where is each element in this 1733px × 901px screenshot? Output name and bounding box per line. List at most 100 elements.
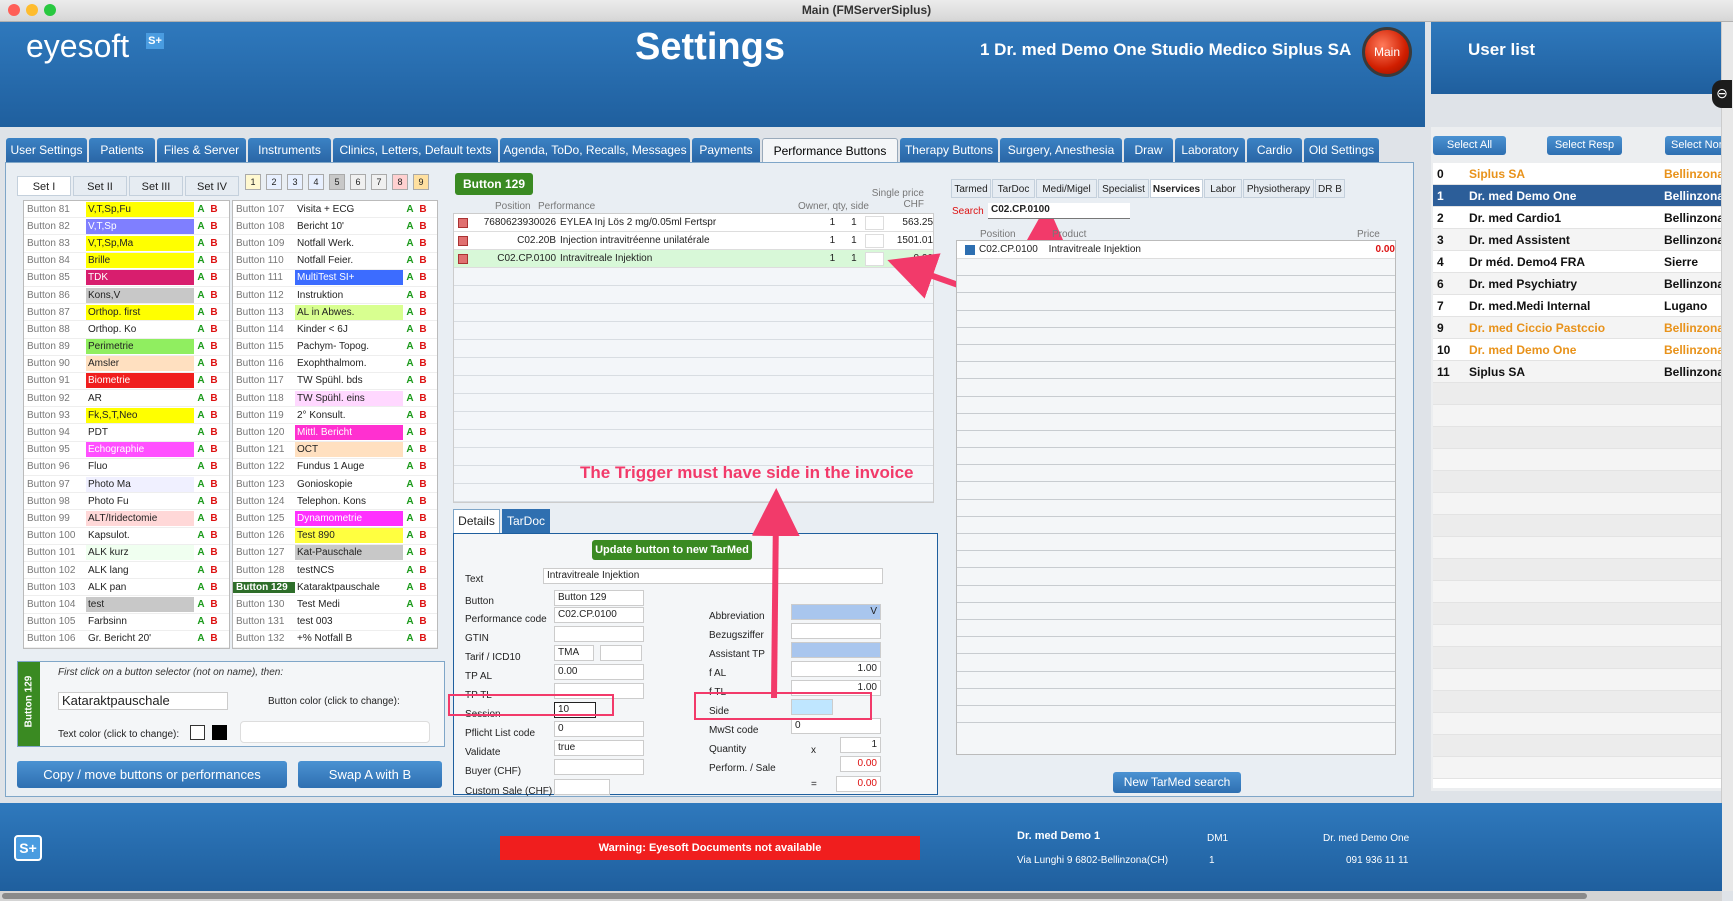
a-marker[interactable]: A xyxy=(403,444,417,455)
button-name[interactable]: OCT xyxy=(295,442,403,458)
set-number-4[interactable]: 4 xyxy=(308,174,324,190)
b-marker[interactable]: B xyxy=(417,341,429,352)
a-marker[interactable]: A xyxy=(403,496,417,507)
tab-performance-buttons[interactable]: Performance Buttons xyxy=(762,138,898,164)
button-row[interactable]: Button 126 Test 890 A B xyxy=(233,528,437,545)
tarif-field[interactable]: TMA xyxy=(554,645,594,661)
a-marker[interactable]: A xyxy=(403,530,417,541)
button-row[interactable]: Button 111 MultiTest SI+ A B xyxy=(233,270,437,287)
button-name[interactable]: TW Spühl. eins xyxy=(295,390,403,406)
a-marker[interactable]: A xyxy=(194,513,208,524)
a-marker[interactable]: A xyxy=(403,479,417,490)
button-name[interactable]: Kat-Pauschale xyxy=(295,545,403,561)
a-marker[interactable]: A xyxy=(403,513,417,524)
tab-payments[interactable]: Payments xyxy=(692,138,760,162)
button-row[interactable]: Button 86 Kons,V A B xyxy=(24,287,229,305)
button-row[interactable]: Button 97 Photo Ma A B xyxy=(24,476,229,494)
button-row[interactable]: Button 110 Notfall Feier. A B xyxy=(233,253,437,270)
button-name[interactable]: Kinder < 6J xyxy=(295,321,403,337)
a-marker[interactable]: A xyxy=(403,633,417,644)
b-marker[interactable]: B xyxy=(417,513,429,524)
assistant-field[interactable] xyxy=(791,642,881,658)
set-number-5[interactable]: 5 xyxy=(329,174,345,190)
button-name[interactable]: V,T,Sp xyxy=(86,218,194,234)
button-name[interactable]: TW Spühl. bds xyxy=(295,373,403,389)
copy-move-button[interactable]: Copy / move buttons or performances xyxy=(17,761,287,788)
b-marker[interactable]: B xyxy=(208,616,220,627)
qty-field[interactable]: 1 xyxy=(840,737,881,753)
b-marker[interactable]: B xyxy=(417,307,429,318)
button-row[interactable]: Button 114 Kinder < 6J A B xyxy=(233,321,437,339)
perfcode-field[interactable]: C02.CP.0100 xyxy=(554,607,644,623)
button-row[interactable]: Button 124 Telephon. Kons A B xyxy=(233,493,437,511)
result-arrow-icon[interactable] xyxy=(965,244,975,255)
button-name[interactable]: Exophthalmom. xyxy=(295,356,403,372)
user-row[interactable]: 4 Dr méd. Demo4 FRA Sierre xyxy=(1433,251,1721,273)
tab-surgery-anesthesia[interactable]: Surgery, Anesthesia xyxy=(1000,138,1122,162)
b-marker[interactable]: B xyxy=(208,238,220,249)
text-color-white-swatch[interactable] xyxy=(190,725,205,740)
set-number-3[interactable]: 3 xyxy=(287,174,303,190)
minimize-window-button[interactable] xyxy=(26,4,38,16)
set-tab-3[interactable]: Set III xyxy=(129,176,183,196)
button-name[interactable]: Mittl. Bericht xyxy=(295,425,403,441)
b-marker[interactable]: B xyxy=(208,513,220,524)
tpal-field[interactable]: 0.00 xyxy=(554,664,644,680)
a-marker[interactable]: A xyxy=(403,221,417,232)
a-marker[interactable]: A xyxy=(403,582,417,593)
button-name[interactable]: Fundus 1 Auge xyxy=(295,459,403,475)
b-marker[interactable]: B xyxy=(208,204,220,215)
button-name[interactable]: Dynamometrie xyxy=(295,510,403,526)
a-marker[interactable]: A xyxy=(403,341,417,352)
button-name[interactable]: Telephon. Kons xyxy=(295,493,403,509)
set-number-2[interactable]: 2 xyxy=(266,174,282,190)
a-marker[interactable]: A xyxy=(194,272,208,283)
select-none-button[interactable]: Select Non xyxy=(1665,136,1721,155)
button-name[interactable]: TDK xyxy=(86,270,194,286)
a-marker[interactable]: A xyxy=(403,290,417,301)
button-name[interactable]: Kapsulot. xyxy=(86,528,194,544)
button-row[interactable]: Button 113 AL in Abwes. A B xyxy=(233,304,437,322)
button-name[interactable]: Orthop. first xyxy=(86,304,194,320)
row-side[interactable] xyxy=(864,233,885,248)
right-tab-tardoc[interactable]: TarDoc xyxy=(992,179,1035,198)
button-name[interactable]: Test Medi xyxy=(295,596,403,612)
b-marker[interactable]: B xyxy=(417,272,429,283)
button-row[interactable]: Button 89 Perimetrie A B xyxy=(24,339,229,356)
search-input[interactable]: C02.CP.0100 xyxy=(988,203,1130,219)
b-marker[interactable]: B xyxy=(208,221,220,232)
a-marker[interactable]: A xyxy=(403,238,417,249)
button-row[interactable]: Button 108 Bericht 10' A B xyxy=(233,218,437,236)
set-tab-1[interactable]: Set I xyxy=(17,176,71,196)
button-row[interactable]: Button 84 Brille A B xyxy=(24,253,229,270)
button-row[interactable]: Button 109 Notfall Werk. A B xyxy=(233,235,437,253)
button-row[interactable]: Button 120 Mittl. Bericht A B xyxy=(233,424,437,442)
b-marker[interactable]: B xyxy=(417,616,429,627)
b-marker[interactable]: B xyxy=(208,633,220,644)
set-tab-2[interactable]: Set II xyxy=(73,176,127,196)
tab-details[interactable]: Details xyxy=(453,509,500,534)
a-marker[interactable]: A xyxy=(403,272,417,283)
button-row[interactable]: Button 104 test A B xyxy=(24,596,229,614)
button-row[interactable]: Button 129 Kataraktpauschale A B xyxy=(233,579,437,597)
b-marker[interactable]: B xyxy=(208,290,220,301)
b-marker[interactable]: B xyxy=(208,479,220,490)
button-row[interactable]: Button 127 Kat-Pauschale A B xyxy=(233,545,437,562)
button-name[interactable]: Farbsinn xyxy=(86,614,194,630)
user-row[interactable]: 6 Dr. med Psychiatry Bellinzona xyxy=(1433,273,1721,295)
b-marker[interactable]: B xyxy=(208,375,220,386)
a-marker[interactable]: A xyxy=(194,496,208,507)
button-name[interactable]: Gonioskopie xyxy=(295,476,403,492)
set-number-9[interactable]: 9 xyxy=(413,174,429,190)
user-row[interactable]: 1 Dr. med Demo One Bellinzona xyxy=(1433,185,1721,207)
button-name[interactable]: V,T,Sp,Ma xyxy=(86,235,194,251)
a-marker[interactable]: A xyxy=(194,204,208,215)
button-name[interactable]: Instruktion xyxy=(295,287,403,303)
user-row[interactable]: 0 Siplus SA Bellinzona xyxy=(1433,163,1721,185)
tab-user-settings[interactable]: User Settings xyxy=(6,138,87,162)
b-marker[interactable]: B xyxy=(208,496,220,507)
a-marker[interactable]: A xyxy=(194,461,208,472)
a-marker[interactable]: A xyxy=(194,393,208,404)
button-name[interactable]: AR xyxy=(86,390,194,406)
a-marker[interactable]: A xyxy=(194,565,208,576)
